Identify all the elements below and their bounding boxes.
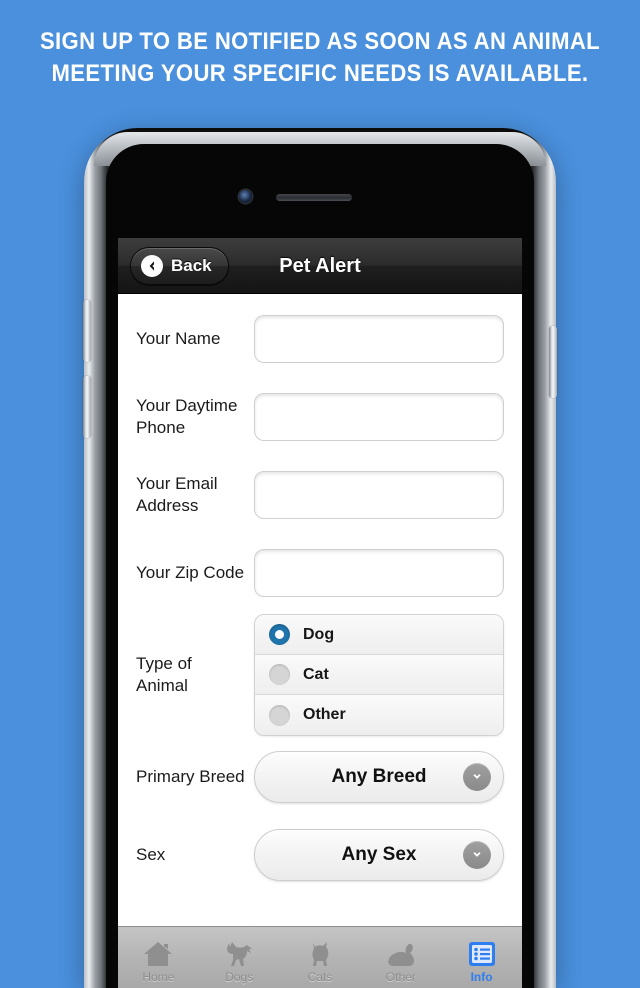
radio-option-dog[interactable]: Dog xyxy=(255,615,503,655)
headline-line-2: MEETING YOUR SPECIFIC NEEDS IS AVAILABLE… xyxy=(51,60,589,87)
house-icon xyxy=(143,936,173,968)
label-daytime-phone: Your Daytime Phone xyxy=(136,396,238,437)
back-button[interactable]: Back xyxy=(130,247,229,285)
tab-bar: Home Dogs Cats Other Info xyxy=(118,926,522,988)
daytime-phone-input[interactable] xyxy=(254,393,504,441)
form-row-sex: Sex Any Sex xyxy=(136,816,504,894)
form-row-zip: Your Zip Code xyxy=(136,534,504,612)
chevron-down-icon xyxy=(463,763,491,791)
sex-value: Any Sex xyxy=(341,844,417,865)
email-address-input[interactable] xyxy=(254,471,504,519)
label-your-name: Your Name xyxy=(136,329,221,348)
list-icon xyxy=(468,936,496,968)
tab-other[interactable]: Other xyxy=(360,927,441,988)
primary-breed-select[interactable]: Any Breed xyxy=(254,751,504,803)
volume-down-button[interactable] xyxy=(83,376,91,438)
dog-icon xyxy=(223,936,255,968)
tab-label-other: Other xyxy=(385,969,416,984)
form-row-phone: Your Daytime Phone xyxy=(136,378,504,456)
volume-up-button[interactable] xyxy=(83,300,91,362)
radio-label-dog: Dog xyxy=(303,625,335,643)
promo-headline: SIGN UP TO BE NOTIFIED AS SOON AS AN ANI… xyxy=(26,26,615,90)
form-row-animal-type: Type of Animal Dog Cat Other xyxy=(136,612,504,738)
tab-info[interactable]: Info xyxy=(441,927,522,988)
radio-dot-icon xyxy=(269,664,290,685)
label-zip-code: Your Zip Code xyxy=(136,563,245,582)
chevron-down-icon xyxy=(463,841,491,869)
radio-label-other: Other xyxy=(303,706,346,723)
animal-type-radio-group: Dog Cat Other xyxy=(254,614,504,736)
radio-dot-selected-icon xyxy=(269,624,290,645)
label-email-address: Your Email Address xyxy=(136,474,218,515)
radio-dot-icon xyxy=(269,704,290,726)
radio-option-cat[interactable]: Cat xyxy=(255,655,503,695)
radio-option-other[interactable]: Other xyxy=(255,695,503,735)
label-sex: Sex xyxy=(136,845,166,864)
label-primary-breed: Primary Breed xyxy=(136,767,245,786)
sex-select[interactable]: Any Sex xyxy=(254,829,504,881)
label-type-of-animal: Type of Animal xyxy=(136,654,192,695)
tab-label-cats: Cats xyxy=(307,969,333,984)
your-name-input[interactable] xyxy=(254,315,504,363)
back-button-label: Back xyxy=(171,256,212,275)
headline-line-1: SIGN UP TO BE NOTIFIED AS SOON AS AN ANI… xyxy=(39,28,601,55)
form-row-email: Your Email Address xyxy=(136,456,504,534)
chevron-left-icon xyxy=(141,255,163,277)
pet-alert-form: Your Name Your Daytime Phone Your Email … xyxy=(118,294,522,988)
tab-cats[interactable]: Cats xyxy=(280,927,361,988)
primary-breed-value: Any Breed xyxy=(331,766,427,787)
earpiece-speaker-icon xyxy=(276,194,352,201)
front-camera-icon xyxy=(239,190,252,203)
tab-label-info: Info xyxy=(470,969,493,984)
phone-mockup: Pet Alert Back Your Name Your Daytime Ph… xyxy=(83,128,557,988)
phone-screen: Pet Alert Back Your Name Your Daytime Ph… xyxy=(118,238,522,988)
radio-label-cat: Cat xyxy=(303,665,329,683)
tab-label-home: Home xyxy=(142,969,175,984)
tab-dogs[interactable]: Dogs xyxy=(199,927,280,988)
power-button[interactable] xyxy=(549,326,557,398)
form-row-primary-breed: Primary Breed Any Breed xyxy=(136,738,504,816)
tab-home[interactable]: Home xyxy=(118,927,199,988)
navigation-bar: Pet Alert Back xyxy=(118,238,522,294)
form-row-name: Your Name xyxy=(136,300,504,378)
rabbit-icon xyxy=(385,936,417,968)
cat-icon xyxy=(306,936,334,968)
zip-code-input[interactable] xyxy=(254,549,504,597)
tab-label-dogs: Dogs xyxy=(225,969,254,984)
